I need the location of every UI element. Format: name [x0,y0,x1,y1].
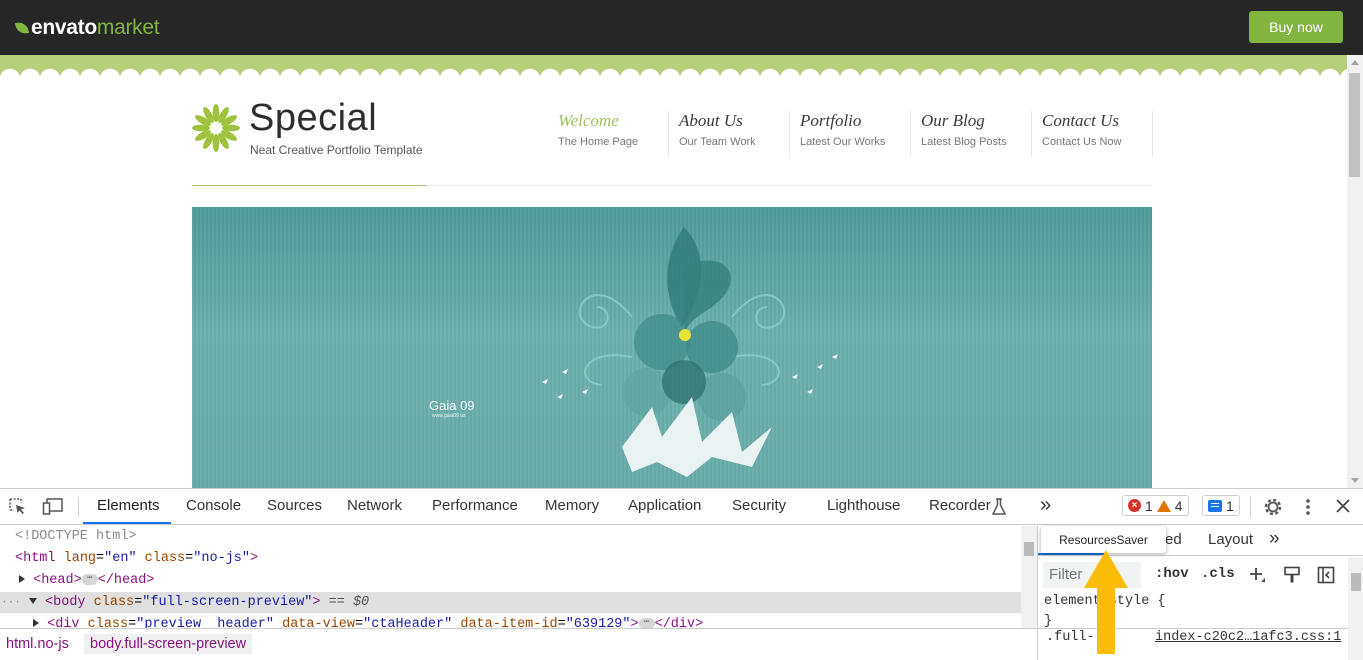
breadcrumb-html[interactable]: html.no-js [0,634,75,654]
kebab-menu-icon[interactable] [1300,497,1316,517]
tab-sources[interactable]: Sources [267,497,322,514]
styles-scrollbar[interactable] [1348,557,1363,660]
tab-layout[interactable]: Layout [1208,531,1253,548]
nav-title: About Us [679,111,743,130]
message-count-badge[interactable]: 1 [1202,495,1240,516]
nav-subtitle: The Home Page [558,136,639,148]
scroll-up-icon[interactable] [1351,60,1359,65]
flower-logo-icon [192,104,240,152]
tab-lighthouse[interactable]: Lighthouse [827,497,900,514]
ellipsis-icon[interactable]: ⋯ [638,617,655,628]
buy-now-button[interactable]: Buy now [1249,11,1343,43]
tab-elements[interactable]: Elements [97,497,160,514]
nav-title: Contact Us [1042,111,1119,130]
tab-security[interactable]: Security [732,497,786,514]
error-count-badge[interactable]: × 1 4 [1122,495,1189,516]
envato-market-logo[interactable]: envato market [15,14,160,42]
more-tabs-button[interactable]: » [1040,494,1051,517]
nav-title: Our Blog [921,111,985,130]
floral-artwork [542,227,838,477]
error-icon: × [1128,499,1141,512]
leaf-icon [15,21,29,35]
error-count: 1 [1145,497,1153,514]
ellipsis-icon[interactable]: ⋯ [81,573,98,585]
hero-slider[interactable]: Gaia 09 www.gaia09.us [192,207,1152,488]
template-preview: Special Neat Creative Portfolio Template… [0,55,1347,488]
selected-node-ref: == $0 [328,595,370,610]
close-icon[interactable] [1335,498,1351,514]
tab-computed[interactable]: ed [1165,531,1182,548]
page-scrollbar[interactable] [1347,55,1363,488]
dom-node-head[interactable]: <head> ⋯ </head> [0,570,1021,591]
nav-subtitle: Contact Us Now [1042,136,1122,148]
hover-state-button[interactable]: :hov [1155,566,1189,582]
tab-application[interactable]: Application [628,497,701,514]
nav-subtitle: Latest Blog Posts [921,136,1007,148]
css-source-link[interactable]: index-c20c2…1afc3.css:1 [1155,630,1341,645]
tab-memory[interactable]: Memory [545,497,599,514]
warning-icon [1156,499,1171,512]
nav-item-portfolio[interactable]: Portfolio Latest Our Works [790,111,911,157]
tab-console[interactable]: Console [186,497,241,514]
expand-arrow-icon[interactable] [19,575,25,584]
dom-tree: <!DOCTYPE html> <html lang="en" class="n… [0,526,1021,628]
scroll-down-icon[interactable] [1351,478,1359,483]
highlight-arrow-icon [1084,550,1128,654]
tab-recorder[interactable]: Recorder [929,497,991,514]
header-accent-line [192,185,426,186]
message-icon [1208,499,1222,512]
active-tab-indicator [83,522,171,524]
nav-subtitle: Latest Our Works [800,136,886,148]
nav-subtitle: Our Team Work [679,136,756,148]
slide-caption: Gaia 09 [429,398,475,413]
envato-top-bar: envato market Buy now [0,0,1363,55]
scalloped-border [0,55,1347,79]
more-panes-button[interactable]: » [1269,528,1280,550]
devtools-tab-bar: Elements Console Sources Network Perform… [0,489,1363,525]
slide-url: www.gaia09.us [432,413,466,419]
devtools-panel: Elements Console Sources Network Perform… [0,488,1363,660]
breadcrumb: html.no-js body.full-screen-preview [0,628,1037,660]
dom-scrollbar[interactable] [1021,526,1037,628]
warning-count: 4 [1174,497,1183,514]
header-divider [426,185,1152,186]
breadcrumb-body[interactable]: body.full-screen-preview [84,634,253,654]
expand-arrow-icon[interactable] [33,619,39,628]
tab-performance[interactable]: Performance [432,497,518,514]
message-count: 1 [1226,497,1234,514]
new-style-rule-icon[interactable] [1248,566,1266,584]
dom-node-html[interactable]: <html lang="en" class="no-js"> [0,548,1021,569]
dom-node-div-header[interactable]: <div class="preview__header" data-view="… [0,614,1021,628]
logo-word-envato: envato [31,16,97,39]
inspect-element-icon[interactable] [8,497,28,517]
nav-item-about[interactable]: About Us Our Team Work [669,111,790,157]
nav-title: Portfolio [800,111,862,130]
toggle-sidebar-icon[interactable] [1317,566,1335,584]
flask-icon [991,498,1007,515]
device-toolbar-icon[interactable] [42,497,64,517]
nav-item-contact[interactable]: Contact Us Contact Us Now [1032,111,1153,157]
nav-item-welcome[interactable]: Welcome The Home Page [548,111,669,157]
site-subtitle: Neat Creative Portfolio Template [250,143,423,157]
class-toggle-button[interactable]: .cls [1201,566,1235,582]
gear-icon[interactable] [1262,496,1284,518]
nav-title: Welcome [558,111,619,130]
collapse-arrow-icon[interactable] [28,598,37,605]
dom-node-doctype[interactable]: <!DOCTYPE html> [0,526,1021,547]
site-title[interactable]: Special [249,97,377,140]
dom-node-body-selected[interactable]: ··· <body class="full-screen-preview"> =… [0,592,1021,613]
nav-item-blog[interactable]: Our Blog Latest Blog Posts [911,111,1032,157]
site-nav: Welcome The Home Page About Us Our Team … [548,111,1153,157]
tab-network[interactable]: Network [347,497,402,514]
scrollbar-thumb[interactable] [1349,73,1360,177]
logo-word-market: market [96,16,160,39]
paint-brush-icon[interactable] [1283,566,1301,584]
